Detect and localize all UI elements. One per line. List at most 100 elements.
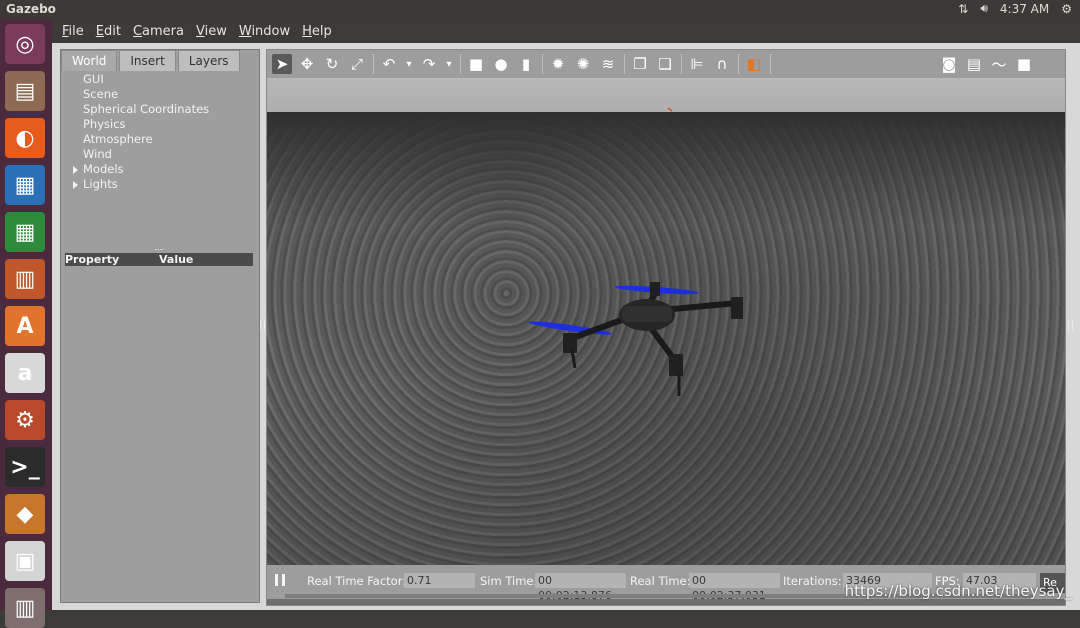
- 3d-viewport[interactable]: ➤ ✥ ↻ ⤢ ↶ ▾ ↷ ▾ ■ ● ▮ ✹ ✺ ≋ ❐ ❏ ⊫ ∩ ◧ ◙ ▤ 〜 ■: [266, 49, 1066, 606]
- sphere-icon[interactable]: ●: [491, 54, 511, 74]
- toolbar-separator: [460, 54, 461, 74]
- expand-arrow-icon[interactable]: [73, 166, 78, 174]
- network-arrows-icon[interactable]: ⇅: [958, 2, 968, 16]
- toolbar-separator: [624, 54, 625, 74]
- toolbar-separator: [738, 54, 739, 74]
- speaker-icon[interactable]: 🔊︎: [980, 1, 988, 16]
- undo-icon[interactable]: ↶: [379, 54, 399, 74]
- align-icon[interactable]: ⊫: [687, 54, 707, 74]
- value-column-header: Value: [159, 253, 194, 266]
- translate-icon[interactable]: ✥: [297, 54, 317, 74]
- sim-time-value: 00 00:02:13.876: [535, 573, 626, 602]
- tree-item-scene[interactable]: Scene: [61, 87, 259, 102]
- tree-item-label: Atmosphere: [83, 132, 153, 146]
- tree-item-label: Wind: [83, 147, 112, 161]
- video-record-icon[interactable]: ■: [1014, 54, 1034, 74]
- toolbar-separator: [542, 54, 543, 74]
- real-time-value: 00 00:02:37.031: [689, 573, 780, 602]
- tree-item-label: GUI: [83, 72, 104, 86]
- toolbar-separator: [373, 54, 374, 74]
- tree-item-label: Spherical Coordinates: [83, 102, 210, 116]
- scale-icon[interactable]: ⤢: [347, 54, 367, 74]
- copy-icon[interactable]: ❐: [630, 54, 650, 74]
- tree-item-gui[interactable]: GUI: [61, 72, 259, 87]
- unity-launcher: ◎ ▤ ◐ ▦ ▦ ▥ Aa ⚙ >_ ◆ ▣ ▥: [0, 19, 53, 628]
- redo-icon[interactable]: ↷: [419, 54, 439, 74]
- app-title: Gazebo: [6, 2, 56, 16]
- writer-icon[interactable]: ▦: [5, 165, 45, 205]
- menu-bar: File Edit Camera View Window Help: [52, 19, 1080, 43]
- left-splitter-handle[interactable]: [260, 321, 265, 330]
- tree-item-label: Physics: [83, 117, 126, 131]
- tree-item-label: Scene: [83, 87, 119, 101]
- expand-arrow-icon[interactable]: [73, 181, 78, 189]
- terminal-icon[interactable]: >_: [5, 447, 45, 487]
- software-center-icon[interactable]: A: [5, 306, 45, 346]
- log-icon[interactable]: ▤: [964, 54, 984, 74]
- viewport-toolbar: ➤ ✥ ↻ ⤢ ↶ ▾ ↷ ▾ ■ ● ▮ ✹ ✺ ≋ ❐ ❏ ⊫ ∩ ◧ ◙ ▤ 〜 ■: [267, 50, 1065, 78]
- toolbar-separator: [681, 54, 682, 74]
- clock-time[interactable]: 4:37 AM: [1000, 2, 1049, 16]
- real-time-label: Real Time:: [630, 574, 691, 588]
- files-icon[interactable]: ▤: [5, 71, 45, 111]
- tree-item-label: Models: [83, 162, 124, 176]
- menu-edit[interactable]: Edit: [91, 24, 126, 39]
- sim-time-label: Sim Time:: [480, 574, 538, 588]
- paste-icon[interactable]: ❏: [655, 54, 675, 74]
- tree-item-spherical-coordinates[interactable]: Spherical Coordinates: [61, 102, 259, 117]
- directional-light-icon[interactable]: ≋: [598, 54, 618, 74]
- tab-insert[interactable]: Insert: [119, 50, 176, 71]
- firefox-icon[interactable]: ◐: [5, 118, 45, 158]
- property-column-header: Property: [65, 253, 120, 266]
- select-arrow-icon[interactable]: ➤: [272, 54, 292, 74]
- gear-icon[interactable]: ⚙: [1061, 2, 1072, 16]
- system-settings-icon[interactable]: ⚙: [5, 400, 45, 440]
- quadcopter-model[interactable]: [267, 78, 1065, 565]
- panel-splitter-handle[interactable]: [155, 249, 163, 252]
- tree-item-physics[interactable]: Physics: [61, 117, 259, 132]
- rotate-icon[interactable]: ↻: [322, 54, 342, 74]
- menu-window[interactable]: Window: [234, 24, 295, 39]
- tab-layers[interactable]: Layers: [177, 50, 240, 71]
- render-scene[interactable]: [267, 78, 1065, 565]
- menu-help[interactable]: Help: [297, 24, 337, 39]
- snap-icon[interactable]: ∩: [712, 54, 732, 74]
- spot-light-icon[interactable]: ✺: [573, 54, 593, 74]
- tree-item-wind[interactable]: Wind: [61, 147, 259, 162]
- tree-item-lights[interactable]: Lights: [61, 177, 259, 192]
- menu-camera[interactable]: Camera: [128, 24, 189, 39]
- system-tray: ⇅ 🔊︎ 4:37 AM ⚙: [958, 1, 1072, 16]
- menu-view[interactable]: View: [191, 24, 232, 39]
- real-time-factor-label: Real Time Factor:: [307, 574, 407, 588]
- calc-icon[interactable]: ▦: [5, 212, 45, 252]
- real-time-factor-value: 0.71: [404, 573, 475, 588]
- world-tree: GUI Scene Spherical Coordinates Physics Atmo…: [61, 72, 259, 192]
- ubuntu-dash-icon[interactable]: ◎: [5, 24, 45, 64]
- cylinder-icon[interactable]: ▮: [516, 54, 536, 74]
- amazon-icon[interactable]: a: [5, 353, 45, 393]
- plot-icon[interactable]: 〜: [989, 54, 1009, 74]
- panel-tabs: World Insert Layers: [61, 50, 242, 71]
- tree-item-atmosphere[interactable]: Atmosphere: [61, 132, 259, 147]
- impress-icon[interactable]: ▥: [5, 259, 45, 299]
- trash-icon[interactable]: ▥: [5, 588, 45, 628]
- toolbar-separator: [770, 54, 771, 74]
- system-top-bar: Gazebo ⇅ 🔊︎ 4:37 AM ⚙: [0, 0, 1080, 19]
- redo-dropdown-icon[interactable]: ▾: [444, 54, 454, 74]
- point-light-icon[interactable]: ✹: [548, 54, 568, 74]
- property-header: Property Value: [65, 253, 253, 266]
- left-panel: World Insert Layers GUI Scene Spherical Coor…: [60, 49, 260, 603]
- save-disk-icon[interactable]: ▣: [5, 541, 45, 581]
- tree-item-label: Lights: [83, 177, 118, 191]
- gazebo-window: File Edit Camera View Window Help World Insert…: [52, 19, 1080, 610]
- screenshot-icon[interactable]: ◙: [939, 54, 959, 74]
- view-angle-icon[interactable]: ◧: [744, 54, 764, 74]
- undo-dropdown-icon[interactable]: ▾: [404, 54, 414, 74]
- box-icon[interactable]: ■: [466, 54, 486, 74]
- right-splitter-handle[interactable]: [1068, 321, 1073, 330]
- tree-item-models[interactable]: Models: [61, 162, 259, 177]
- menu-file[interactable]: File: [57, 24, 89, 39]
- pause-button[interactable]: [275, 574, 285, 586]
- gazebo-icon[interactable]: ◆: [5, 494, 45, 534]
- tab-world[interactable]: World: [61, 50, 118, 71]
